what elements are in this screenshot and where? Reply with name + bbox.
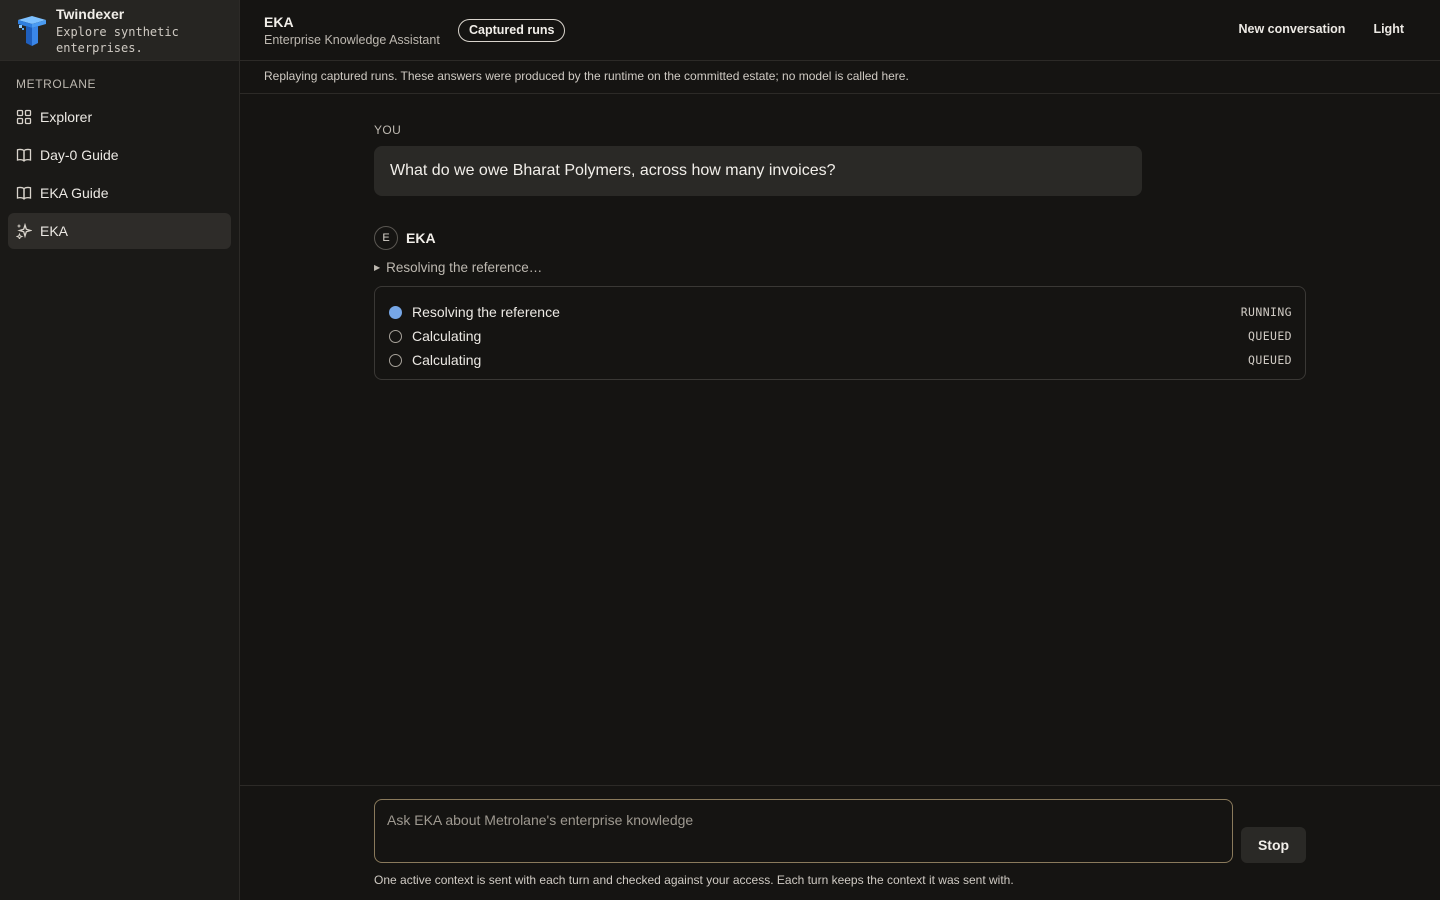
- status-summary-text: Resolving the reference…: [386, 260, 543, 275]
- sidebar-item-day0-guide[interactable]: Day-0 Guide: [8, 137, 231, 173]
- stop-button[interactable]: Stop: [1241, 827, 1306, 863]
- user-message: What do we owe Bharat Polymers, across h…: [374, 146, 1142, 196]
- triangle-right-icon: ▶: [374, 263, 381, 272]
- sidebar-item-eka-guide[interactable]: EKA Guide: [8, 175, 231, 211]
- new-conversation-button[interactable]: New conversation: [1238, 22, 1345, 36]
- brand[interactable]: Twindexer Explore synthetic enterprises.: [0, 0, 239, 61]
- step-label: Calculating: [412, 328, 482, 344]
- sparkle-icon: [16, 223, 32, 239]
- book-icon: [16, 148, 32, 162]
- page-title: EKA: [264, 14, 294, 30]
- sidebar-nav: Explorer Day-0 Guide EKA Guide EKA: [8, 99, 231, 251]
- captured-runs-badge: Captured runs: [458, 19, 566, 42]
- sidebar-item-label: Explorer: [40, 109, 93, 125]
- section-label: METROLANE: [16, 77, 97, 91]
- sidebar-item-label: EKA: [40, 223, 69, 239]
- assistant-name: EKA: [406, 230, 436, 246]
- sidebar-item-explorer[interactable]: Explorer: [8, 99, 231, 135]
- status-summary-toggle[interactable]: ▶ Resolving the reference…: [374, 260, 542, 275]
- step-status: QUEUED: [1248, 329, 1292, 343]
- page-subtitle: Enterprise Knowledge Assistant: [264, 33, 440, 47]
- step-label: Resolving the reference: [412, 304, 560, 320]
- sidebar: Twindexer Explore synthetic enterprises.…: [0, 0, 240, 900]
- step-item: Calculating QUEUED: [389, 324, 1292, 348]
- queued-circle-icon: [389, 329, 402, 343]
- step-status: RUNNING: [1240, 305, 1292, 319]
- replay-notice: Replaying captured runs. These answers w…: [240, 61, 1440, 94]
- sidebar-item-label: Day-0 Guide: [40, 147, 119, 163]
- step-label: Calculating: [412, 352, 482, 368]
- step-item: Resolving the reference RUNNING: [389, 300, 1292, 324]
- header: EKA Enterprise Knowledge Assistant Captu…: [240, 0, 1440, 61]
- book-icon: [16, 186, 32, 200]
- assistant-header: E EKA: [374, 226, 436, 250]
- context-note: One active context is sent with each tur…: [374, 873, 1014, 887]
- step-list: Resolving the reference RUNNING Calculat…: [374, 286, 1306, 380]
- twindexer-logo-icon: [18, 16, 46, 46]
- theme-toggle-button[interactable]: Light: [1373, 22, 1404, 36]
- brand-name: Twindexer: [56, 6, 125, 22]
- sidebar-item-label: EKA Guide: [40, 185, 109, 201]
- sidebar-item-eka[interactable]: EKA: [8, 213, 231, 249]
- step-status: QUEUED: [1248, 353, 1292, 367]
- running-dot-icon: [389, 305, 402, 319]
- grid-icon: [16, 109, 32, 125]
- step-item: Calculating QUEUED: [389, 348, 1292, 372]
- composer: Stop One active context is sent with eac…: [240, 785, 1440, 900]
- brand-tagline: Explore synthetic enterprises.: [56, 25, 179, 55]
- message-input[interactable]: [374, 799, 1233, 863]
- you-label: YOU: [374, 123, 402, 137]
- avatar: E: [374, 226, 398, 250]
- header-actions: New conversation Light: [1238, 22, 1404, 36]
- queued-circle-icon: [389, 353, 402, 367]
